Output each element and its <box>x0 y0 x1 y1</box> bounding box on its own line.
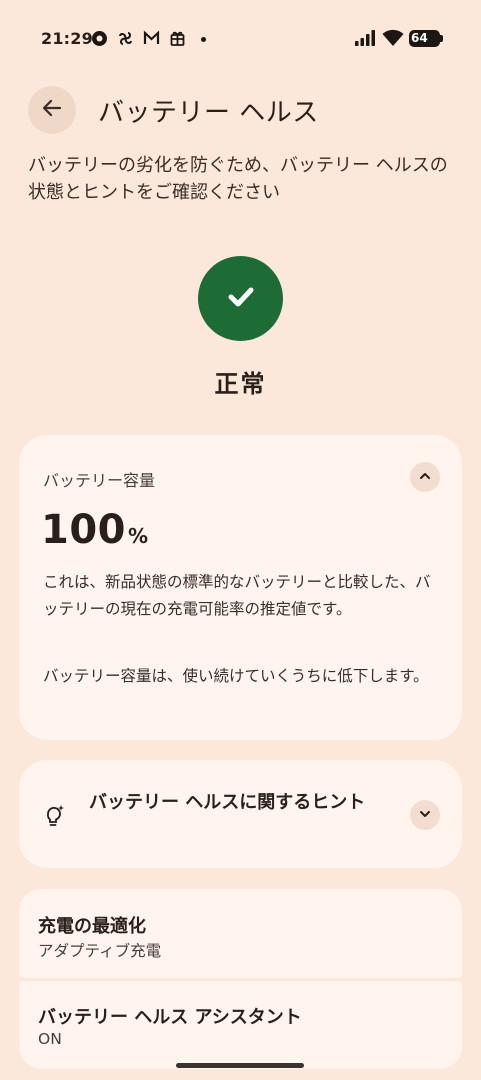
battery-capacity-card: バッテリー容量 100% これは、新品状態の標準的なバッテリーと比較した、バッテ… <box>19 435 462 740</box>
capacity-explanation: これは、新品状態の標準的なバッテリーと比較した、バッテリーの現在の充電可能率の推… <box>43 573 431 618</box>
lightbulb-icon <box>41 802 67 828</box>
signal-icon <box>355 30 377 46</box>
check-icon <box>223 279 259 319</box>
back-button[interactable] <box>28 86 76 134</box>
mail-icon <box>143 30 160 47</box>
capacity-unit: % <box>128 524 149 548</box>
expand-hints-button[interactable] <box>410 800 440 830</box>
capacity-label: バッテリー容量 <box>43 471 156 490</box>
status-time: 21:29 <box>41 29 93 48</box>
charging-optimization-title: 充電の最適化 <box>38 916 146 937</box>
chevron-up-icon <box>418 468 432 487</box>
battery-hints-card[interactable]: バッテリー ヘルスに関するヒント <box>19 760 462 868</box>
battery-health-assistant-item[interactable]: バッテリー ヘルス アシスタント ON <box>19 981 462 1069</box>
battery-icon: 64 <box>409 30 443 47</box>
status-bar: 21:29 64 <box>0 0 481 80</box>
collapse-capacity-button[interactable] <box>410 462 440 492</box>
battery-health-assistant-title: バッテリー ヘルス アシスタント <box>38 1007 302 1028</box>
gift-icon <box>169 30 186 47</box>
health-status-indicator <box>198 256 283 341</box>
more-notifications-dot <box>201 37 206 42</box>
app-notification-icon <box>91 30 108 47</box>
chevron-down-icon <box>418 806 432 825</box>
page-title: バッテリー ヘルス <box>98 98 319 128</box>
capacity-value: 100% <box>41 507 149 553</box>
capacity-number: 100 <box>41 507 126 553</box>
charging-optimization-subtitle: アダプティブ充電 <box>38 942 162 960</box>
back-arrow-icon <box>41 97 63 123</box>
battery-health-assistant-status: ON <box>38 1030 62 1048</box>
hints-label: バッテリー ヘルスに関するヒント <box>89 792 366 813</box>
gesture-navigation-bar[interactable] <box>176 1063 304 1068</box>
charging-optimization-item[interactable]: 充電の最適化 アダプティブ充電 <box>19 889 462 978</box>
page-description: バッテリーの劣化を防ぐため、バッテリー ヘルスの状態とヒントをご確認ください <box>28 155 448 203</box>
pinwheel-icon <box>117 30 134 47</box>
health-status-label: 正常 <box>214 370 267 398</box>
wifi-icon <box>382 29 404 47</box>
capacity-note: バッテリー容量は、使い続けていくうちに低下します。 <box>43 667 429 685</box>
